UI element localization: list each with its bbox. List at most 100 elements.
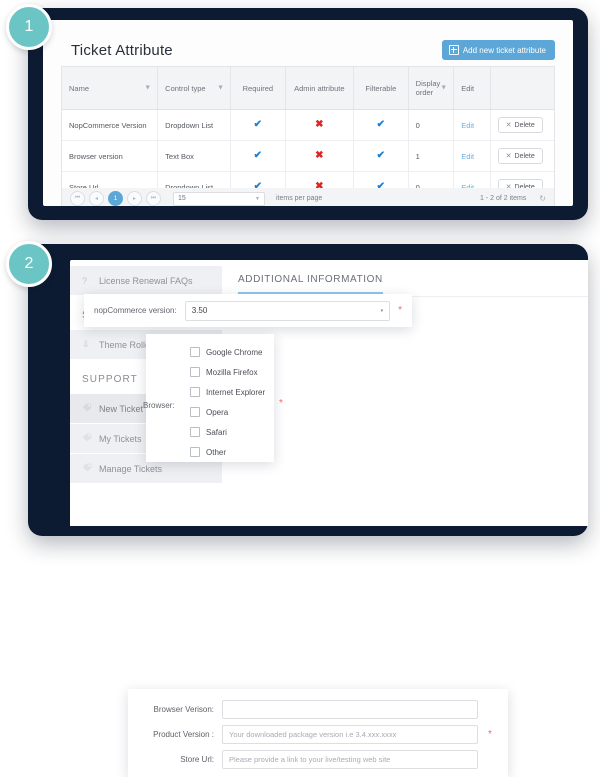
checkbox-label: Other [206, 447, 227, 457]
cell-required: ✔ [230, 109, 286, 141]
store-url-input[interactable]: Please provide a link to your live/testi… [222, 750, 478, 769]
tag-icon-svg [82, 433, 92, 442]
cell-required: ✔ [230, 140, 286, 172]
add-new-ticket-attribute-button[interactable]: Add new ticket attribute [441, 40, 555, 60]
support-form-panel: ? License Renewal FAQs SERVICES ⇩ Theme … [28, 244, 588, 777]
product-version-input[interactable]: Your downloaded package version i.e 3.4.… [222, 725, 478, 744]
product-version-label: Product Version : [153, 730, 214, 739]
close-icon: ✕ [505, 122, 512, 129]
ticket-attribute-grid: Name ▼ Control type ▼ Required Admin att… [61, 66, 555, 206]
column-header-edit[interactable]: Edit [453, 67, 491, 110]
items-per-page-label: items per page [276, 195, 323, 202]
browser-required-asterisk: * [279, 398, 283, 409]
check-icon: ✔ [376, 150, 386, 161]
delete-button[interactable]: ✕ Delete [497, 117, 543, 133]
sidebar-item-label: New Ticket [99, 403, 144, 414]
cell-edit: Edit [453, 109, 491, 141]
tag-icon-svg [82, 463, 92, 472]
sidebar-item-label: License Renewal FAQs [99, 275, 193, 286]
cell-actions: ✕ Delete [490, 140, 554, 172]
checkbox-box[interactable] [190, 347, 200, 357]
checkbox-label: Safari [206, 427, 227, 437]
page-size-select[interactable]: 15 ▼ [173, 191, 265, 206]
question-mark-icon: ? [82, 275, 88, 286]
close-icon: ✕ [505, 153, 512, 160]
cell-display-order: 1 [408, 140, 455, 172]
column-header-control-type[interactable]: Control type ▼ [157, 67, 232, 110]
checkbox-other[interactable]: Other [190, 442, 274, 462]
grid-header-row: Name ▼ Control type ▼ Required Admin att… [62, 67, 554, 110]
tag-icon [82, 433, 92, 444]
checkbox-internet-explorer[interactable]: Internet Explorer [190, 382, 274, 402]
delete-button[interactable]: ✕ Delete [497, 148, 543, 164]
cross-icon: ✖ [315, 150, 324, 161]
column-header-filterable[interactable]: Filterable [353, 67, 409, 110]
checkbox-box[interactable] [190, 387, 200, 397]
pager-first-button[interactable]: ⏮ [70, 191, 85, 206]
page-size-value: 15 [178, 195, 186, 202]
pager-prev-button[interactable]: ◂ [89, 191, 104, 206]
browser-version-row: Browser Verison: [128, 697, 494, 722]
chevron-down-icon: ▾ [380, 307, 384, 314]
sidebar-item-label: Manage Tickets [99, 463, 163, 474]
cell-name: NopCommerce Version [62, 109, 159, 141]
checkbox-box[interactable] [190, 407, 200, 417]
tag-icon-svg [82, 403, 92, 412]
refresh-icon[interactable]: ↻ [539, 194, 546, 203]
checkbox-label: Opera [206, 407, 229, 417]
tag-icon [82, 463, 92, 474]
ticket-attribute-card: Ticket Attribute Add new ticket attribut… [43, 20, 573, 206]
check-icon: ✔ [376, 119, 386, 130]
cross-icon: ✖ [315, 119, 324, 130]
sidebar-item-license-renewal-faqs[interactable]: ? License Renewal FAQs [70, 266, 222, 296]
checkbox-safari[interactable]: Safari [190, 422, 274, 442]
browser-field-label: Browser: [143, 401, 175, 410]
browser-version-input[interactable] [222, 700, 478, 719]
column-header-admin-attribute[interactable]: Admin attribute [285, 67, 355, 110]
delete-label: Delete [514, 121, 535, 129]
pager-next-button[interactable]: ▸ [127, 191, 142, 206]
nopcommerce-version-row: nopCommerce version: 3.50 ▾ * [84, 294, 412, 327]
checkbox-box[interactable] [190, 447, 200, 457]
cell-name: Browser version [62, 140, 159, 172]
checkbox-mozilla-firefox[interactable]: Mozilla Firefox [190, 362, 274, 382]
filter-icon[interactable]: ▼ [217, 85, 224, 92]
nopcommerce-version-value: 3.50 [191, 306, 208, 315]
add-button-label: Add new ticket attribute [462, 45, 546, 55]
cell-display-order: 0 [408, 109, 455, 141]
sidebar-item-label: Theme Roller [99, 339, 154, 350]
store-url-label: Store Url: [180, 755, 214, 764]
cell-actions: ✕ Delete [490, 109, 554, 141]
checkbox-label: Internet Explorer [206, 387, 266, 397]
cell-control-type: Dropdown List [157, 109, 232, 141]
filter-icon[interactable]: ▼ [144, 85, 151, 92]
ticket-attribute-panel: Ticket Attribute Add new ticket attribut… [28, 8, 588, 220]
pager-last-button[interactable]: ⏭ [146, 191, 161, 206]
column-header-actions [490, 67, 554, 110]
download-icon: ⇩ [82, 339, 90, 349]
item-count-label: 1 - 2 of 2 items [480, 195, 527, 202]
column-header-display-order[interactable]: Display order ▼ [408, 67, 455, 110]
plus-icon [448, 45, 459, 55]
checkbox-google-chrome[interactable]: Google Chrome [190, 342, 274, 362]
nopcommerce-version-select[interactable]: 3.50 ▾ [184, 300, 391, 321]
delete-label: Delete [514, 152, 535, 160]
column-header-name[interactable]: Name ▼ [62, 67, 159, 110]
checkbox-box[interactable] [190, 367, 200, 377]
step-badge-1: 1 [6, 4, 52, 50]
additional-fields-group: Browser Verison: Product Version : Your … [128, 689, 508, 777]
browser-version-label: Browser Verison: [153, 705, 214, 714]
check-icon: ✔ [253, 150, 263, 161]
table-row: Browser version Text Box ✔ ✖ ✔ 1 Edit ✕ … [62, 140, 554, 172]
column-header-required[interactable]: Required [230, 67, 286, 110]
checkbox-opera[interactable]: Opera [190, 402, 274, 422]
pager-page-1-button[interactable]: 1 [108, 191, 123, 206]
step-badge-2: 2 [6, 241, 52, 287]
tab-additional-information[interactable]: ADDITIONAL INFORMATION [238, 274, 383, 294]
filter-icon[interactable]: ▼ [440, 85, 447, 92]
cell-edit: Edit [453, 140, 491, 172]
cell-admin-attribute: ✖ [285, 109, 355, 141]
edit-link[interactable]: Edit [461, 121, 474, 130]
checkbox-box[interactable] [190, 427, 200, 437]
edit-link[interactable]: Edit [461, 152, 474, 161]
